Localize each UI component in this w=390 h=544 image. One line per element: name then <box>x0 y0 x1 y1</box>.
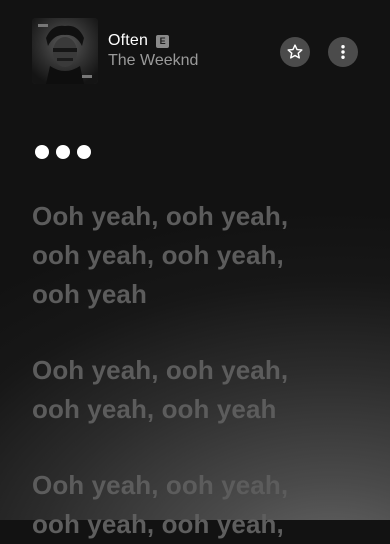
lyric-text: ooh yeah, ooh yeah, <box>32 509 284 539</box>
ellipsis-dots-icon <box>77 145 91 159</box>
vertical-ellipsis-icon <box>341 45 345 59</box>
artist-name[interactable]: The Weeknd <box>108 52 198 70</box>
lyric-line[interactable]: Ooh yeah, ooh yeah, ooh yeah, ooh yeah, <box>32 466 372 544</box>
lyric-line[interactable]: Ooh yeah, ooh yeah, ooh yeah, ooh yeah, … <box>32 197 372 314</box>
more-options-button[interactable] <box>328 37 358 67</box>
lyric-text: ooh yeah, ooh yeah, <box>32 240 284 270</box>
lyric-text: Ooh yeah, ooh yeah, <box>32 470 289 500</box>
lyric-text: Ooh yeah, ooh yeah, <box>32 201 289 231</box>
now-playing-header: Often E The Weeknd <box>32 18 362 86</box>
ellipsis-dots-icon <box>56 145 70 159</box>
ellipsis-dots-icon <box>35 145 49 159</box>
lyric-text: ooh yeah, ooh yeah <box>32 394 277 424</box>
lyric-text: Ooh yeah, ooh yeah, <box>32 355 289 385</box>
instrumental-indicator <box>35 145 91 159</box>
track-title[interactable]: Often <box>108 32 148 50</box>
album-art[interactable] <box>32 18 98 84</box>
lyric-line[interactable]: Ooh yeah, ooh yeah, ooh yeah, ooh yeah <box>32 351 372 429</box>
album-art-image <box>32 18 98 84</box>
favorite-button[interactable] <box>280 37 310 67</box>
explicit-badge: E <box>156 34 170 48</box>
star-outline-icon <box>287 44 303 59</box>
track-info: Often E The Weeknd <box>108 32 198 70</box>
lyric-text: ooh yeah <box>32 279 147 309</box>
